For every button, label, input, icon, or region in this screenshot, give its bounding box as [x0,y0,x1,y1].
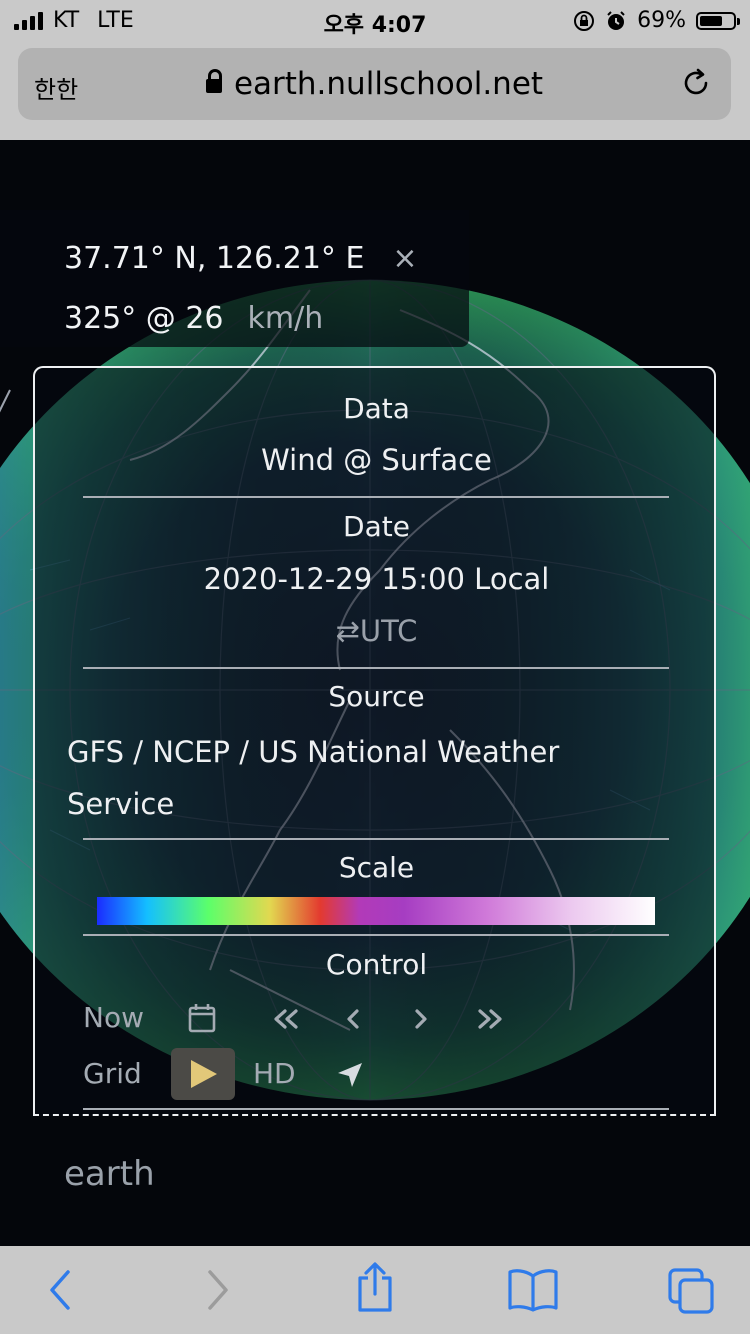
color-scale-bar[interactable] [97,897,655,925]
address-bar-area: 한한 earth.nullschool.net [0,40,750,140]
wind-row: 325° @ 26 km/h [64,288,418,348]
hd-toggle[interactable]: HD [253,1057,296,1090]
calendar-icon[interactable] [187,1002,217,1034]
divider [83,496,669,498]
coordinates-text: 37.71° N, 126.21° E [64,240,365,276]
reload-icon[interactable] [679,66,713,100]
now-button[interactable]: Now [83,1001,144,1034]
utc-toggle[interactable]: ⇄UTC [35,614,718,648]
location-readout: 37.71° N, 126.21° E × 325° @ 26 km/h [64,228,418,348]
wind-unit-toggle[interactable]: km/h [248,301,324,336]
control-section-title: Control [325,948,428,981]
location-arrow-icon[interactable] [335,1060,365,1090]
status-bar: KT LTE 오후 4:07 69% [0,0,750,40]
alarm-icon [607,10,625,30]
skip-back-icon[interactable] [271,1008,301,1030]
scale-section-title: Scale [338,851,415,884]
forward-icon[interactable] [204,1266,234,1314]
step-forward-icon[interactable] [411,1008,431,1030]
close-location-icon[interactable]: × [392,241,417,276]
grid-toggle[interactable]: Grid [83,1057,142,1090]
address-field[interactable]: 한한 earth.nullschool.net [18,48,731,120]
source-value: GFS / NCEP / US National Weather Service [67,735,560,821]
orientation-lock-icon [574,10,595,31]
bookmarks-icon[interactable] [507,1268,559,1312]
step-back-icon[interactable] [343,1008,363,1030]
share-icon[interactable] [355,1262,395,1314]
battery-tip [737,17,740,25]
status-right: 69% [573,8,740,33]
battery-icon [696,11,740,30]
divider [83,1108,669,1110]
play-button[interactable] [171,1048,235,1100]
divider [83,934,669,936]
data-section-title: Data [343,392,410,425]
tabs-icon[interactable] [666,1266,716,1316]
coordinates-row: 37.71° N, 126.21° E × [64,228,418,288]
url-display[interactable]: earth.nullschool.net [18,66,731,102]
wind-value: 325° @ 26 [64,300,224,336]
date-value[interactable]: 2020-12-29 15:00 Local [35,562,718,596]
battery-percent: 69% [637,8,686,33]
source-section-title: Source [328,680,425,713]
date-section-title: Date [343,510,410,543]
earth-menu-label[interactable]: earth [64,1154,155,1194]
lock-icon [205,69,222,93]
battery-fill [700,15,722,26]
browser-toolbar [0,1246,750,1334]
settings-panel: Data Wind @ Surface Date 2020-12-29 15:0… [33,366,716,1116]
skip-forward-icon[interactable] [475,1008,505,1030]
divider [83,838,669,840]
url-text: earth.nullschool.net [233,66,544,102]
play-icon [191,1060,217,1088]
map-view[interactable]: 37.71° N, 126.21° E × 325° @ 26 km/h Dat… [0,140,750,1246]
data-value[interactable]: Wind @ Surface [35,443,718,477]
back-icon[interactable] [44,1266,74,1314]
divider [83,667,669,669]
